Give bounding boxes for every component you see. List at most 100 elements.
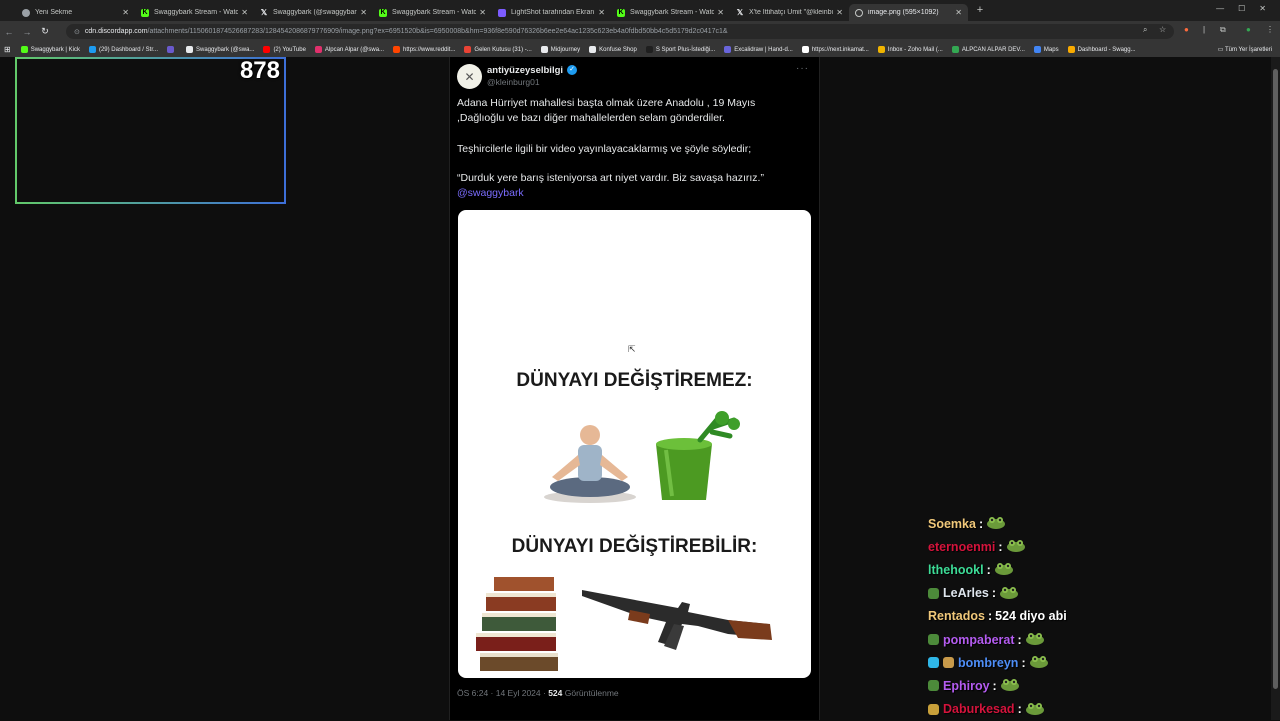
browser-tab[interactable]: LightShot tarafından Ekran Gör✕ [492,4,611,21]
bookmark-favicon-icon [589,46,597,53]
browser-tab[interactable]: Yeni Sekme ✕ [16,4,135,21]
stream-chat-overlay: Soemka: eternoenmi: lthehookl: LeArles: Rent… [928,512,1258,721]
browser-tab[interactable]: K Swaggybark Stream - Watch Li✕ [611,4,730,21]
close-tab-icon[interactable]: ✕ [241,8,248,17]
bookmark-item[interactable]: Swaggybark | Kick [20,46,80,53]
minimize-icon[interactable]: — [1216,4,1224,13]
overlay-counter: 878 [239,57,280,84]
bookmark-label: https://www.reddit... [403,46,456,53]
bookmark-item[interactable]: Konfuse Shop [589,46,637,53]
bookmark-item[interactable]: Dashboard - Swagg... [1067,46,1136,53]
bookmark-star-icon[interactable]: ☆ [1159,25,1166,34]
menu-kebab-icon[interactable]: ⋮ [1266,25,1274,34]
bookmark-item[interactable]: Inbox - Zoho Mail (... [877,46,943,53]
browser-tab[interactable]: 𝕏 Swaggybark (@swaggybark) / X✕ [254,4,373,21]
close-tab-icon[interactable]: ✕ [598,8,605,17]
reload-icon[interactable]: ↻ [36,26,54,37]
forward-arrow-icon[interactable]: → [18,27,36,37]
chat-separator: : [998,539,1003,554]
new-tab-button[interactable]: + [974,4,986,17]
tweet-text-line: “Durduk yere barış isteniyorsa art niyet… [457,172,764,184]
bookmark-favicon-icon [801,46,809,53]
green-juice-image [656,411,740,500]
bookmark-label: (2) YouTube [273,46,306,53]
close-tab-icon[interactable]: ✕ [122,8,129,17]
bookmark-item[interactable]: Alpcan Alpar (@swa... [314,46,384,53]
chat-username: pompaberat [943,632,1015,647]
bookmark-favicon-icon [88,46,96,53]
bookmark-item[interactable]: https://www.reddit... [393,46,455,53]
maximize-icon[interactable]: ☐ [1238,4,1245,13]
bookmark-item[interactable]: Gelen Kutusu (31) -... [464,46,532,53]
bookmark-label: Swaggybark | Kick [30,46,80,53]
browser-tab[interactable]: K Swaggybark Stream - Watch Li✕ [373,4,492,21]
tweet-text-line: Teşhircilerle ilgili bir video yayınlaya… [457,143,752,155]
meditating-man-image [544,425,636,503]
scrollbar-thumb[interactable] [1273,69,1278,689]
bookmark-item[interactable]: https://next.inkamat... [801,46,869,53]
books-stack-image [476,577,558,671]
frog-emote-icon [1025,631,1045,648]
close-tab-icon[interactable]: ✕ [360,8,367,17]
chat-message: eternoenmi: [928,535,1258,558]
bookmark-item[interactable]: ALPCAN ALPAR DEV... [951,46,1025,53]
address-bar[interactable]: ⊙ cdn.discordapp.com /attachments/115060… [66,24,1174,39]
bookmark-item[interactable]: Excalidraw | Hand-d... [724,46,793,53]
extension-icon[interactable]: ● [1184,25,1189,34]
close-tab-icon[interactable]: ✕ [479,8,486,17]
tweet-text-line: Adana Hürriyet mahallesi başta olmak üze… [457,97,756,109]
chat-username: bombreyn [958,655,1019,670]
bookmark-item[interactable]: Maps [1033,46,1059,53]
bookmarks-list: Swaggybark | Kick (29) Dashboard / Str...… [20,46,1145,53]
x-icon: 𝕏 [736,7,744,17]
all-bookmarks-folder[interactable]: ▭ Tüm Yer İşaretleri [1218,46,1272,53]
mouse-cursor-icon: ⇱ [628,344,636,354]
zoom-icon[interactable]: ⌕ [1143,25,1147,35]
bookmark-item[interactable] [166,46,177,53]
page-scrollbar[interactable] [1271,57,1280,720]
all-bookmarks-label: Tüm Yer İşaretleri [1224,47,1272,53]
back-arrow-icon[interactable]: ← [0,27,18,37]
bookmark-item[interactable]: Swaggybark (@swa... [185,46,254,53]
chat-message: bombreyn: [928,651,1258,674]
close-tab-icon[interactable]: ✕ [836,8,843,17]
chat-username: Daburkesad [943,702,1015,717]
bookmark-item[interactable]: S Sport Plus-İstediği... [645,46,715,53]
bookmark-label: (29) Dashboard / Str... [98,46,158,53]
bookmark-label: Inbox - Zoho Mail (... [887,46,943,53]
bookmarks-bar: ⊞ Swaggybark | Kick (29) Dashboard / Str.… [0,42,1280,57]
meme-heading-top: DÜNYAYI DEĞİŞTİREMEZ: [516,370,753,391]
site-info-icon[interactable]: ⊙ [74,28,80,36]
close-tab-icon[interactable]: ✕ [955,8,962,17]
bookmark-favicon-icon [724,46,732,53]
window-controls: — ☐ ✕ [1216,4,1266,13]
chat-message: Soemka: [928,512,1258,535]
browser-tab[interactable]: 𝕏 X'te İttihatçı Ümit "@kleinburg ✕ [730,4,849,21]
tab-title: Yeni Sekme [35,9,73,16]
bookmark-item[interactable]: (29) Dashboard / Str... [88,46,158,53]
close-tab-icon[interactable]: ✕ [717,8,724,17]
browser-tab[interactable]: image.png (595×1092) ✕ [849,4,968,21]
chat-separator: : [1017,632,1022,647]
frog-emote-icon [1029,654,1049,671]
profile-avatar-icon[interactable]: ● [1246,25,1251,34]
chat-badge-icon [928,634,939,646]
chat-separator: : [987,609,993,624]
close-window-icon[interactable]: ✕ [1259,4,1266,13]
bookmark-favicon-icon [185,46,193,53]
browser-tab[interactable]: K Swaggybark Stream - Watch Li✕ [135,4,254,21]
bookmark-item[interactable]: Midjourney [540,46,580,53]
url-host: cdn.discordapp.com [84,28,148,35]
chat-badge-icon [928,657,939,669]
tweet-timestamp: ÖS 6:24 · 14 Eyl 2024 · [457,688,546,698]
chat-message: lthehookl: [928,558,1258,581]
apps-grid-icon[interactable]: ⊞ [4,45,11,54]
tab-title: Swaggybark (@swaggybark) / X [273,9,357,16]
bookmark-label: https://next.inkamat... [811,46,869,53]
extensions-puzzle-icon[interactable]: ⧉ [1220,25,1226,35]
bookmark-label: Dashboard - Swagg... [1077,46,1136,53]
bookmark-item[interactable]: (2) YouTube [263,46,306,53]
bookmark-favicon-icon [20,46,28,53]
chat-separator: : [1021,655,1026,670]
tweet-author-name: antiyüzeyselbilgi [487,65,564,76]
